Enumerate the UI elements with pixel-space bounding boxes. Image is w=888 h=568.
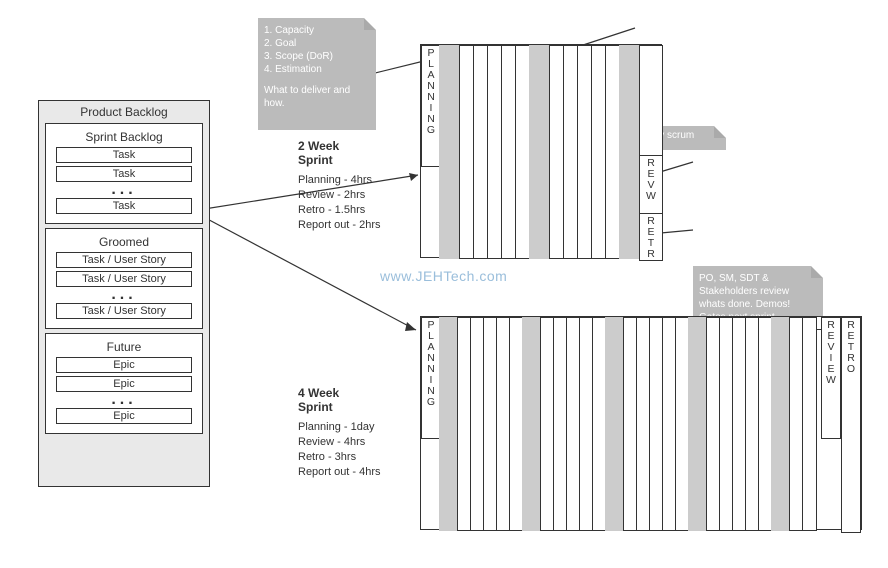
weekend-block	[439, 45, 461, 259]
review-column: REVIEW	[821, 317, 841, 439]
four-week-sprint-text: 4 Week Sprint Planning - 1day Review - 4…	[298, 386, 418, 479]
task-row: Task	[56, 166, 192, 182]
weekend-block	[529, 45, 551, 259]
planning-label: PLANNING	[422, 320, 440, 408]
two-week-sprint-timeline: PLANNING REVW RETR	[420, 44, 662, 258]
ellipsis: ...	[56, 290, 192, 300]
groomed-group: Groomed Task / User Story Task / User St…	[45, 228, 203, 329]
weekend-block	[771, 317, 791, 531]
future-title: Future	[50, 340, 198, 354]
day-column	[802, 317, 817, 531]
task-row: Epic	[56, 376, 192, 392]
future-group: Future Epic Epic ... Epic	[45, 333, 203, 434]
retro-column: RETR	[639, 213, 663, 261]
task-row: Task	[56, 147, 192, 163]
review-label: REVW	[640, 158, 662, 202]
four-week-sprint-timeline: PLANNING REVIEW RETRO	[420, 316, 862, 530]
sprint-backlog-title: Sprint Backlog	[50, 130, 198, 144]
task-row: Task / User Story	[56, 271, 192, 287]
review-column: REVW	[639, 155, 663, 214]
weekend-block	[522, 317, 542, 531]
note-line: 1. Capacity	[264, 24, 370, 37]
note-line: 4. Estimation	[264, 63, 370, 76]
weekend-block	[439, 317, 459, 531]
note-line: What to deliver and how.	[264, 84, 370, 110]
groomed-title: Groomed	[50, 235, 198, 249]
product-backlog-panel: Product Backlog Sprint Backlog Task Task…	[38, 100, 210, 487]
weekend-block	[688, 317, 708, 531]
retro-label: RETR	[640, 216, 662, 260]
review-label: REVIEW	[822, 320, 840, 386]
watermark-text: www.JEHTech.com	[380, 268, 507, 284]
two-week-sprint-text: 2 Week Sprint Planning - 4hrs Review - 2…	[298, 139, 418, 232]
task-row: Task / User Story	[56, 303, 192, 319]
note-line: 2. Goal	[264, 37, 370, 50]
ellipsis: ...	[56, 185, 192, 195]
retro-column: RETRO	[841, 317, 861, 533]
task-row: Task	[56, 198, 192, 214]
planning-label: PLANNING	[422, 48, 440, 136]
note-line: 3. Scope (DoR)	[264, 50, 370, 63]
sprint-backlog-group: Sprint Backlog Task Task ... Task	[45, 123, 203, 224]
ellipsis: ...	[56, 395, 192, 405]
task-row: Epic	[56, 408, 192, 424]
planning-note: 1. Capacity 2. Goal 3. Scope (DoR) 4. Es…	[258, 18, 376, 130]
product-backlog-title: Product Backlog	[39, 105, 209, 119]
retro-label: RETRO	[842, 320, 860, 375]
weekend-block	[605, 317, 625, 531]
planning-column: PLANNING	[421, 45, 441, 167]
planning-column: PLANNING	[421, 317, 441, 439]
task-row: Task / User Story	[56, 252, 192, 268]
weekend-block	[619, 45, 641, 259]
task-row: Epic	[56, 357, 192, 373]
